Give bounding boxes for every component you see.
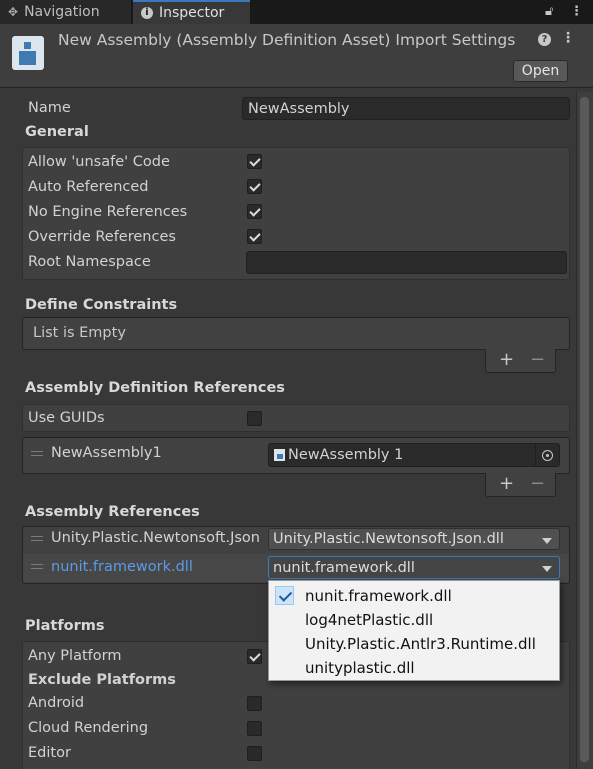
assembly-reference-dropdown[interactable]: nunit.framework.dll	[268, 556, 560, 579]
dropdown-value: Unity.Plastic.Newtonsoft.Json.dll	[273, 531, 504, 547]
dropdown-option[interactable]: unityplastic.dll	[305, 659, 415, 677]
asmdef-reference-field[interactable]: NewAssembly 1	[268, 443, 560, 467]
assembly-definition-icon	[12, 36, 44, 70]
override-references-checkbox[interactable]	[247, 229, 262, 244]
define-constraints-header: Define Constraints	[25, 297, 178, 313]
dropdown-popup: nunit.framework.dll log4netPlastic.dll U…	[268, 580, 560, 681]
platforms-header: Platforms	[25, 618, 105, 634]
dropdown-value: nunit.framework.dll	[273, 559, 415, 576]
header-title: New Assembly (Assembly Definition Asset)…	[58, 31, 516, 49]
cloud-rendering-label: Cloud Rendering	[28, 720, 149, 736]
name-field[interactable]: NewAssembly	[242, 97, 570, 120]
add-asmdef-reference-button[interactable]: +	[499, 473, 514, 494]
root-namespace-field[interactable]	[246, 251, 567, 274]
assembly-references-header: Assembly References	[25, 504, 200, 520]
name-label: Name	[28, 100, 71, 116]
allow-unsafe-label: Allow 'unsafe' Code	[28, 154, 170, 170]
add-constraint-button[interactable]: +	[499, 349, 514, 370]
help-icon[interactable]: ?	[538, 33, 551, 46]
chevron-down-icon	[542, 566, 552, 572]
auto-referenced-label: Auto Referenced	[28, 179, 149, 195]
cloud-rendering-checkbox[interactable]	[247, 721, 262, 736]
asmdef-reference-label: NewAssembly1	[51, 445, 162, 461]
tab-navigation[interactable]: ✥ Navigation	[0, 0, 132, 24]
remove-asmdef-reference-button[interactable]: −	[530, 473, 545, 494]
tab-inspector[interactable]: i Inspector	[133, 0, 250, 24]
exclude-platforms-header: Exclude Platforms	[28, 672, 176, 688]
navigation-icon: ✥	[8, 5, 19, 19]
object-picker-icon[interactable]	[535, 444, 559, 466]
open-button[interactable]: Open	[513, 60, 568, 82]
any-platform-label: Any Platform	[28, 648, 122, 664]
define-constraints-footer: + −	[485, 349, 556, 373]
use-guids-checkbox[interactable]	[247, 411, 262, 426]
asmdef-references-header: Assembly Definition References	[25, 380, 285, 396]
assembly-reference-label: nunit.framework.dll	[51, 559, 193, 575]
checkmark-icon	[275, 586, 294, 605]
tab-label: Navigation	[24, 4, 100, 20]
assembly-reference-label: Unity.Plastic.Newtonsoft.Json	[51, 530, 260, 546]
asmdef-reference-value: NewAssembly 1	[288, 447, 404, 463]
list-empty-text: List is Empty	[33, 325, 126, 341]
editor-label: Editor	[28, 745, 71, 761]
more-options-icon[interactable]: ⋮	[570, 4, 583, 19]
any-platform-checkbox[interactable]	[247, 649, 262, 664]
dropdown-option[interactable]: log4netPlastic.dll	[305, 611, 433, 629]
drag-handle[interactable]	[31, 564, 43, 569]
dropdown-option[interactable]: Unity.Plastic.Antlr3.Runtime.dll	[305, 635, 536, 653]
assembly-definition-small-icon	[274, 449, 285, 461]
allow-unsafe-checkbox[interactable]	[247, 154, 262, 169]
info-icon: i	[141, 7, 153, 19]
override-references-label: Override References	[28, 229, 176, 245]
android-checkbox[interactable]	[247, 696, 262, 711]
remove-constraint-button[interactable]: −	[530, 349, 545, 370]
tab-label: Inspector	[159, 5, 225, 21]
drag-handle[interactable]	[31, 451, 43, 456]
auto-referenced-checkbox[interactable]	[247, 179, 262, 194]
android-label: Android	[28, 695, 85, 711]
scrollbar-thumb[interactable]	[580, 97, 589, 762]
assembly-reference-dropdown[interactable]: Unity.Plastic.Newtonsoft.Json.dll	[268, 528, 560, 550]
dropdown-option[interactable]: nunit.framework.dll	[305, 587, 452, 605]
no-engine-references-label: No Engine References	[28, 204, 188, 220]
editor-checkbox[interactable]	[247, 746, 262, 761]
no-engine-references-checkbox[interactable]	[247, 204, 262, 219]
drag-handle[interactable]	[31, 536, 43, 541]
use-guids-label: Use GUIDs	[28, 410, 105, 426]
preset-settings-icon[interactable]: ⋮	[561, 30, 575, 46]
asmdef-references-footer: + −	[485, 473, 556, 497]
general-header: General	[25, 124, 89, 140]
chevron-down-icon	[542, 538, 552, 544]
tab-bar: ✥ Navigation i Inspector 🔓︎ ⋮	[0, 0, 593, 24]
root-namespace-label: Root Namespace	[28, 254, 151, 270]
lock-icon[interactable]: 🔓︎	[545, 4, 553, 19]
